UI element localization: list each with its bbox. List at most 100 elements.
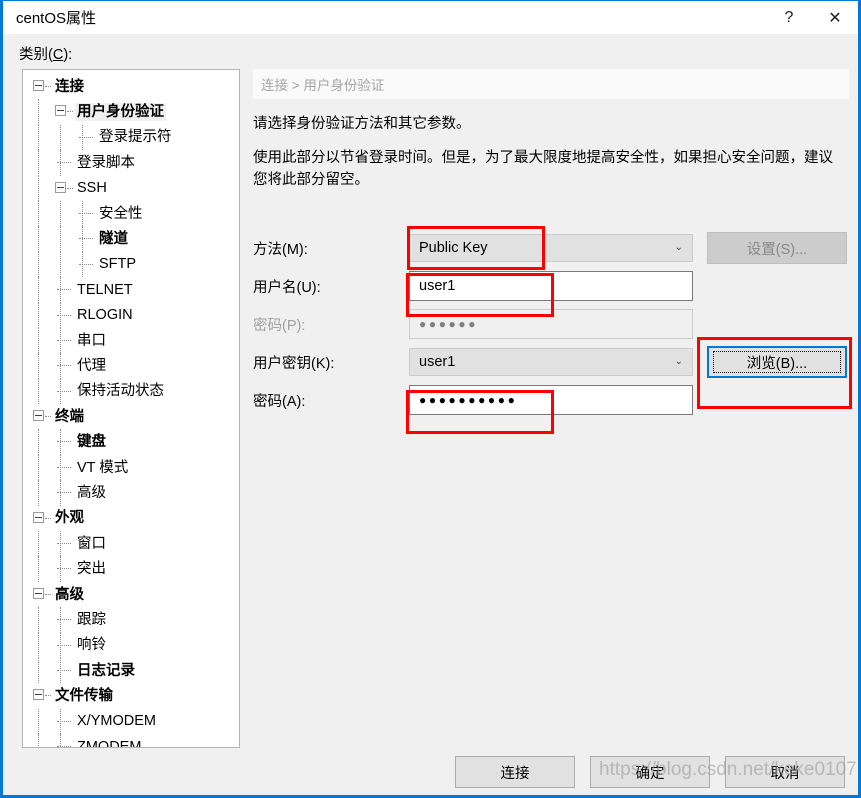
tree-guide xyxy=(60,607,61,633)
tree-expander-icon[interactable] xyxy=(55,105,66,117)
tree-guide xyxy=(60,302,61,328)
dialog-footer: 连接 确定 取消 xyxy=(3,747,858,795)
tree-item-8[interactable]: TELNET xyxy=(23,277,239,303)
tree-item-label: 用户身份验证 xyxy=(75,103,166,122)
tree-guide xyxy=(60,251,61,278)
tree-item-18[interactable]: 窗口 xyxy=(23,531,239,557)
tree-item-3[interactable]: 登录脚本 xyxy=(23,150,239,176)
tree-item-9[interactable]: RLOGIN xyxy=(23,302,239,328)
form-row-username: 用户名(U): user1 xyxy=(253,267,849,305)
tree-item-label: 代理 xyxy=(77,357,106,374)
tree-item-label: 连接 xyxy=(55,78,84,95)
tree-item-1[interactable]: 用户身份验证 xyxy=(23,99,239,125)
tree-item-24[interactable]: 文件传输 xyxy=(23,683,239,708)
tree-item-22[interactable]: 响铃 xyxy=(23,632,239,658)
tree-item-13[interactable]: 终端 xyxy=(23,404,239,429)
window-controls: ? ✕ xyxy=(766,1,858,34)
tree-item-12[interactable]: 保持活动状态 xyxy=(23,378,239,405)
tree-guide xyxy=(38,657,39,684)
tree-item-5[interactable]: 安全性 xyxy=(23,200,239,227)
category-tree[interactable]: 连接用户身份验证登录提示符 登录脚本 SSH 安全性隧道 SFTP TELNET RLOGI… xyxy=(22,69,240,748)
tree-item-label: 高级 xyxy=(55,586,84,603)
tree-item-label: 外观 xyxy=(55,510,84,527)
method-value: Public Key xyxy=(419,240,488,256)
tree-item-label: 跟踪 xyxy=(77,611,106,628)
tree-item-15[interactable]: VT 模式 xyxy=(23,454,239,481)
tree-item-label: X/YMODEM xyxy=(77,713,156,730)
tree-item-26[interactable]: ZMODEM xyxy=(23,734,239,747)
ok-button[interactable]: 确定 xyxy=(590,756,710,788)
tree-item-2[interactable]: 登录提示符 xyxy=(23,124,239,151)
tree-guide xyxy=(60,708,61,735)
tree-item-label: SFTP xyxy=(99,256,137,273)
tree-guide xyxy=(60,556,61,582)
tree-item-label: 终端 xyxy=(55,408,84,425)
breadcrumb: 连接 > 用户身份验证 xyxy=(253,69,849,99)
tree-item-4[interactable]: SSH xyxy=(23,175,239,201)
tree-guide xyxy=(60,226,61,252)
tree-item-0[interactable]: 连接 xyxy=(23,74,239,99)
tree-guide xyxy=(38,454,39,481)
tree-item-23[interactable]: 日志记录 xyxy=(23,657,239,684)
passphrase-input[interactable]: ●●●●●●●●●● xyxy=(409,385,693,415)
cancel-button[interactable]: 取消 xyxy=(725,756,845,788)
tree-item-16[interactable]: 高级 xyxy=(23,480,239,506)
tree-guide xyxy=(60,632,61,658)
tree-guide xyxy=(60,734,61,747)
help-icon[interactable]: ? xyxy=(766,1,812,34)
category-label-key: C xyxy=(52,47,64,63)
tree-item-19[interactable]: 突出 xyxy=(23,556,239,582)
tree-item-6[interactable]: 隧道 xyxy=(23,226,239,252)
tree-item-11[interactable]: 代理 xyxy=(23,353,239,379)
password-label: 密码(P): xyxy=(253,317,306,334)
username-value: user1 xyxy=(419,278,456,294)
tree-guide xyxy=(82,124,83,151)
tree-guide xyxy=(38,480,39,506)
form-row-method: 方法(M): Public Key ⌄ 设置(S)... xyxy=(253,229,849,267)
tree-expander-icon[interactable] xyxy=(33,410,44,422)
tree-guide xyxy=(60,429,61,455)
browse-button[interactable]: 浏览(B)... xyxy=(707,346,847,378)
tree-expander-icon[interactable] xyxy=(33,689,44,701)
tree-item-label: RLOGIN xyxy=(77,307,133,324)
tree-item-14[interactable]: 键盘 xyxy=(23,429,239,455)
tree-guide xyxy=(38,124,39,151)
username-label: 用户名(U): xyxy=(253,279,321,296)
tree-guide xyxy=(38,302,39,328)
tree-guide xyxy=(38,99,39,125)
passphrase-label: 密码(A): xyxy=(253,393,306,410)
connect-button[interactable]: 连接 xyxy=(455,756,575,788)
chevron-down-icon: ⌄ xyxy=(674,241,683,253)
settings-pane: 连接 > 用户身份验证 请选择身份验证方法和其它参数。 使用此部分以节省登录时间… xyxy=(253,69,849,748)
tree-item-10[interactable]: 串口 xyxy=(23,327,239,354)
properties-dialog: centOS属性 ? ✕ 类别(C): 连接 用户身份验证 登录提示符 登录脚本 SSH… xyxy=(0,0,861,798)
tree-item-label: VT 模式 xyxy=(77,459,129,476)
tree-item-25[interactable]: X/YMODEM xyxy=(23,708,239,735)
userkey-combobox[interactable]: user1 ⌄ xyxy=(409,348,693,376)
tree-item-label: 键盘 xyxy=(77,434,106,451)
tree-item-20[interactable]: 高级 xyxy=(23,582,239,607)
tree-item-17[interactable]: 外观 xyxy=(23,506,239,531)
category-label-post: ): xyxy=(63,47,73,63)
tree-connector xyxy=(45,593,51,595)
close-icon[interactable]: ✕ xyxy=(812,1,858,34)
tree-item-label: 安全性 xyxy=(99,205,143,222)
tree-expander-icon[interactable] xyxy=(33,587,44,599)
window-title: centOS属性 xyxy=(16,10,97,27)
tree-guide xyxy=(38,607,39,633)
password-input: ●●●●●● xyxy=(409,309,693,339)
category-label: 类别(C): xyxy=(19,43,72,64)
method-combobox[interactable]: Public Key ⌄ xyxy=(409,234,693,262)
tree-guide xyxy=(82,251,83,278)
tree-item-21[interactable]: 跟踪 xyxy=(23,607,239,633)
tree-expander-icon[interactable] xyxy=(33,80,44,91)
tree-guide xyxy=(38,150,39,176)
tree-item-7[interactable]: SFTP xyxy=(23,251,239,278)
tree-expander-icon[interactable] xyxy=(55,181,66,193)
username-input[interactable]: user1 xyxy=(409,271,693,301)
tree-guide xyxy=(38,378,39,405)
tree-expander-icon[interactable] xyxy=(33,511,44,523)
tree-connector xyxy=(67,187,73,189)
tree-guide xyxy=(38,327,39,354)
settings-button[interactable]: 设置(S)... xyxy=(707,232,847,264)
